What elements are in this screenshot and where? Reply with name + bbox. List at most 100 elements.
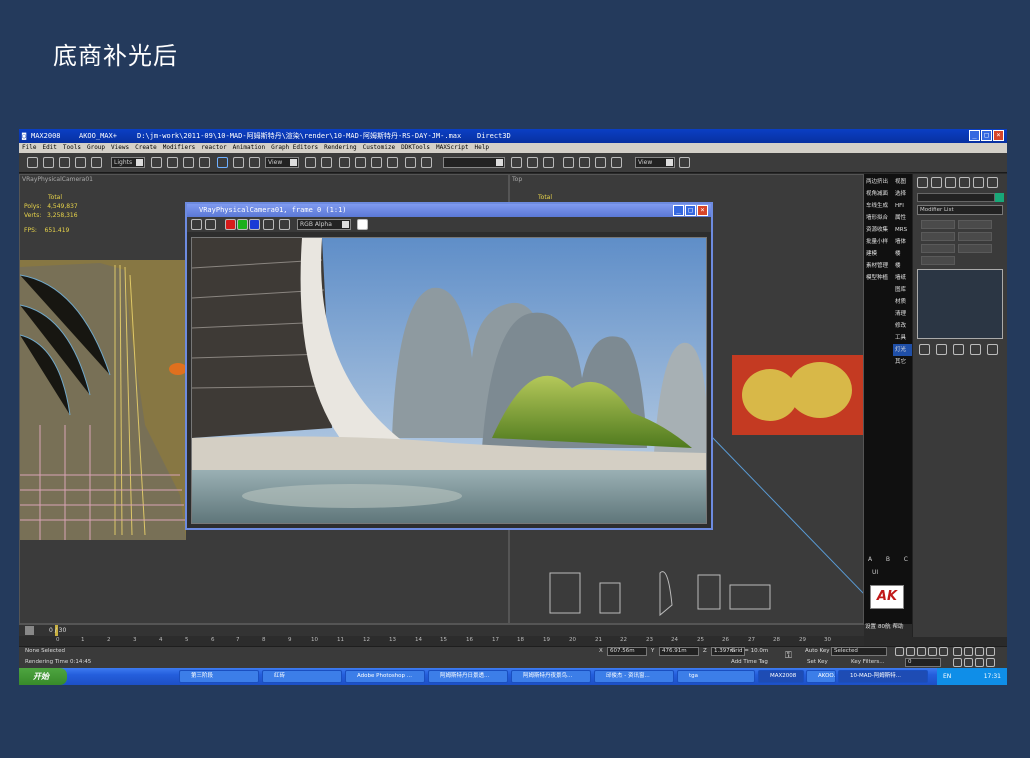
plugin-item[interactable]: MRS: [893, 224, 912, 236]
pin-stack-icon[interactable]: [919, 344, 930, 355]
scale-icon[interactable]: [249, 157, 260, 168]
create-tab-icon[interactable]: [917, 177, 928, 188]
plugin-item[interactable]: 两边挤出: [864, 176, 892, 188]
menu-ddktools[interactable]: DDKTools: [401, 143, 430, 153]
plugin-item[interactable]: 素材管理: [864, 260, 892, 272]
modifier-preset-button[interactable]: [921, 244, 955, 253]
modifier-preset-button[interactable]: [921, 256, 955, 265]
material-editor-icon[interactable]: [563, 157, 574, 168]
link-icon[interactable]: [59, 157, 70, 168]
remove-modifier-icon[interactable]: [970, 344, 981, 355]
set-key-button[interactable]: Set Key: [807, 659, 828, 665]
abc-a[interactable]: A: [868, 556, 872, 563]
named-selection-icon[interactable]: [405, 157, 416, 168]
abc-c[interactable]: C: [904, 556, 908, 563]
show-end-result-icon[interactable]: [936, 344, 947, 355]
snap-icon[interactable]: [339, 157, 350, 168]
plugin-item[interactable]: 墙体: [893, 236, 912, 248]
bind-icon[interactable]: [91, 157, 102, 168]
ref-coord-select[interactable]: View: [265, 157, 299, 168]
clone-icon[interactable]: [205, 219, 216, 230]
redo-icon[interactable]: [43, 157, 54, 168]
pan-icon[interactable]: [964, 658, 973, 667]
pivot-icon[interactable]: [305, 157, 316, 168]
current-frame-field[interactable]: 0: [905, 658, 941, 667]
plugin-item[interactable]: 清理: [893, 308, 912, 320]
menu-customize[interactable]: Customize: [363, 143, 396, 153]
modifier-preset-button[interactable]: [921, 220, 955, 229]
x-coordinate-field[interactable]: 607.56m: [607, 647, 647, 656]
plugin-item[interactable]: 修改: [893, 320, 912, 332]
move-icon[interactable]: [217, 157, 228, 168]
menu-tools[interactable]: Tools: [63, 143, 81, 153]
close-button[interactable]: ×: [993, 130, 1004, 141]
select-icon[interactable]: [151, 157, 162, 168]
save-image-icon[interactable]: [191, 219, 202, 230]
menu-modifiers[interactable]: Modifiers: [163, 143, 196, 153]
taskbar-item[interactable]: 邱俊杰 - 资讯窗...: [594, 670, 674, 683]
make-unique-icon[interactable]: [953, 344, 964, 355]
taskbar-item[interactable]: 阿姆斯特丹日景透...: [428, 670, 508, 683]
schematic-icon[interactable]: [543, 157, 554, 168]
modifier-stack[interactable]: [917, 269, 1003, 339]
hierarchy-tab-icon[interactable]: [945, 177, 956, 188]
y-coordinate-field[interactable]: 476.91m: [659, 647, 699, 656]
menu-group[interactable]: Group: [87, 143, 105, 153]
vray-frame-buffer-window[interactable]: VRayPhysicalCamera01, frame 0 (1:1) _ □ …: [185, 202, 713, 530]
layer-icon[interactable]: [511, 157, 522, 168]
red-channel-icon[interactable]: [225, 219, 236, 230]
menu-file[interactable]: File: [22, 143, 36, 153]
plugin-item[interactable]: 灯光: [893, 344, 912, 356]
language-indicator[interactable]: EN: [943, 668, 951, 685]
zoom-icon[interactable]: [953, 647, 962, 656]
vfb-minimize-button[interactable]: _: [673, 205, 684, 216]
taskbar-item[interactable]: tga: [677, 670, 755, 683]
render-frame-icon[interactable]: [595, 157, 606, 168]
channel-select[interactable]: RGB Alpha: [297, 219, 351, 230]
menu-graph-editors[interactable]: Graph Editors: [271, 143, 318, 153]
mirror-icon[interactable]: [421, 157, 432, 168]
utilities-tab-icon[interactable]: [987, 177, 998, 188]
curve-editor-icon[interactable]: [527, 157, 538, 168]
modifier-preset-button[interactable]: [958, 220, 992, 229]
alpha-icon[interactable]: [263, 219, 274, 230]
hangar-link[interactable]: 80航: [878, 622, 891, 630]
plugin-item[interactable]: 资源收集: [864, 224, 892, 236]
taskbar-item[interactable]: 阿姆斯特丹夜景鸟...: [511, 670, 591, 683]
plugin-item[interactable]: 视图: [893, 176, 912, 188]
zoom-extents-icon[interactable]: [975, 647, 984, 656]
plugin-item[interactable]: 工具: [893, 332, 912, 344]
key-filters-button[interactable]: Key Filters...: [851, 659, 884, 665]
plugin-item[interactable]: HFI: [893, 200, 912, 212]
undo-icon[interactable]: [27, 157, 38, 168]
angle-snap-icon[interactable]: [355, 157, 366, 168]
taskbar-item[interactable]: Adobe Photoshop ...: [345, 670, 425, 683]
display-tab-icon[interactable]: [973, 177, 984, 188]
select-manipulate-icon[interactable]: [321, 157, 332, 168]
menu-reactor[interactable]: reactor: [201, 143, 226, 153]
selection-filter-select[interactable]: Lights: [111, 157, 145, 168]
menu-rendering[interactable]: Rendering: [324, 143, 357, 153]
modifier-preset-button[interactable]: [958, 244, 992, 253]
clear-icon[interactable]: [279, 219, 290, 230]
menu-help[interactable]: Help: [475, 143, 489, 153]
configure-sets-icon[interactable]: [987, 344, 998, 355]
render-view-select[interactable]: View: [635, 157, 675, 168]
plugin-item[interactable]: 选择: [893, 188, 912, 200]
maximize-button[interactable]: □: [981, 130, 992, 141]
spinner-snap-icon[interactable]: [387, 157, 398, 168]
zoom-extents-all-icon[interactable]: [986, 647, 995, 656]
percent-snap-icon[interactable]: [371, 157, 382, 168]
previous-frame-icon[interactable]: [906, 647, 915, 656]
zoom-all-icon[interactable]: [964, 647, 973, 656]
taskbar-item[interactable]: 红砖: [262, 670, 342, 683]
select-by-name-icon[interactable]: [167, 157, 178, 168]
time-slider[interactable]: 0 / 30: [19, 624, 864, 636]
plugin-item[interactable]: 属性: [893, 212, 912, 224]
taskbar-item[interactable]: 10-MAD-阿姆斯特...: [838, 670, 928, 683]
modify-tab-icon[interactable]: [931, 177, 942, 188]
unlink-icon[interactable]: [75, 157, 86, 168]
menu-edit[interactable]: Edit: [42, 143, 56, 153]
region-select-icon[interactable]: [183, 157, 194, 168]
orbit-icon[interactable]: [975, 658, 984, 667]
